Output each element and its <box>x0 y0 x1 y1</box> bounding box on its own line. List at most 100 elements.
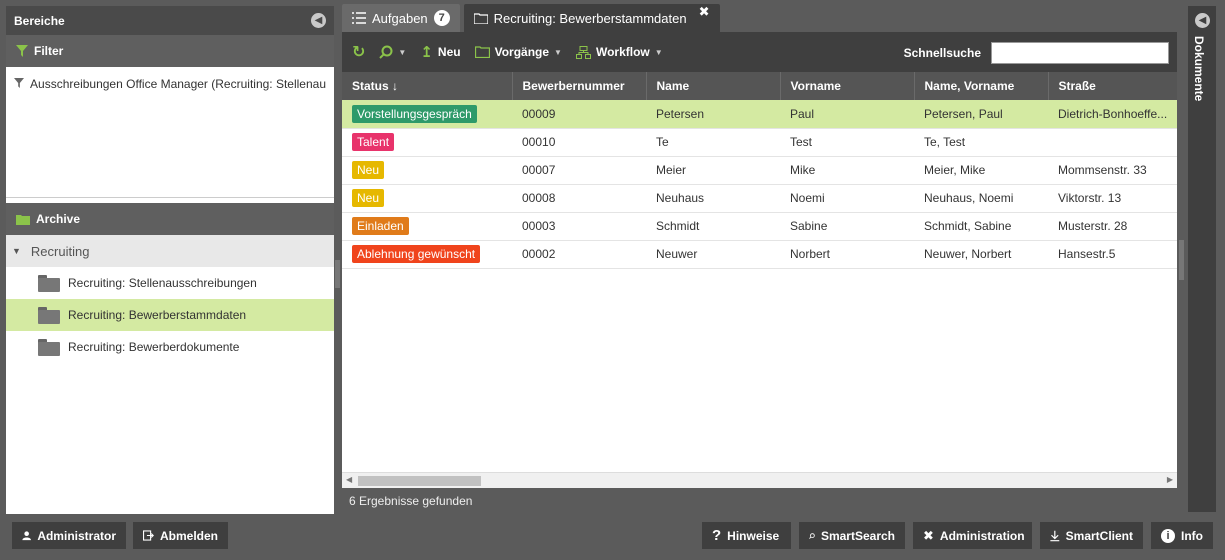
smartsearch-button[interactable]: SmartSearch <box>799 522 905 549</box>
strasse-cell: Mommsenstr. 33 <box>1048 156 1177 185</box>
vorname-cell: Sabine <box>780 212 914 241</box>
documents-label: Dokumente <box>1192 36 1206 102</box>
refresh-icon[interactable]: ↻ <box>352 42 365 62</box>
search-icon <box>379 45 393 59</box>
tree-item-label: Recruiting: Bewerberdokumente <box>68 340 240 354</box>
administration-button[interactable]: ✖ Administration <box>913 522 1032 549</box>
vorname-cell: Test <box>780 128 914 157</box>
name-cell: Schmidt <box>646 212 780 241</box>
bewerbernummer-cell: 00009 <box>512 100 646 129</box>
header-row: Status ↓ Bewerbernummer Name Vorname Nam… <box>342 72 1177 100</box>
user-icon <box>22 531 31 541</box>
column-header-name[interactable]: Name <box>646 72 781 100</box>
smartclient-label: SmartClient <box>1065 528 1133 543</box>
filter-item[interactable]: Ausschreibungen Office Manager (Recruiti… <box>30 77 326 187</box>
table-row[interactable]: Neu 00007 Meier Mike Meier, Mike Mommsenstr. … <box>342 156 1177 185</box>
folder-icon <box>38 306 60 324</box>
toolbar: ↻ ▼ ↥ Neu Vorgänge ▼ Workflow ▼ Schnells… <box>342 32 1177 72</box>
name-vorname-cell: Neuwer, Norbert <box>914 240 1048 269</box>
tree-group-recruiting[interactable]: ▼ Recruiting <box>6 235 334 267</box>
folder-icon <box>474 46 490 58</box>
collapse-left-icon[interactable]: ◀ <box>311 13 326 28</box>
bewerbernummer-cell: 00007 <box>512 156 646 185</box>
tree-item-stellenausschreibungen[interactable]: Recruiting: Stellenausschreibungen <box>6 267 334 299</box>
caret-down-icon: ▼ <box>654 47 663 57</box>
logout-label: Abmelden <box>159 528 218 543</box>
info-icon: i <box>1161 528 1175 543</box>
column-header-strasse[interactable]: Straße <box>1048 72 1177 100</box>
strasse-cell: Hansestr.5 <box>1048 240 1177 269</box>
collapse-right-icon[interactable]: ◀ <box>1195 13 1210 28</box>
new-label: Neu <box>437 45 461 59</box>
quick-search: Schnellsuche <box>904 42 1169 64</box>
logout-button[interactable]: Abmelden <box>133 522 228 549</box>
vorname-cell: Norbert <box>780 240 914 269</box>
folder-icon <box>38 274 60 292</box>
table-row[interactable]: Vorstellungsgespräch 00009 Petersen Paul Pet… <box>342 100 1177 129</box>
strasse-cell: Viktorstr. 13 <box>1048 184 1177 213</box>
tree-item-bewerberstammdaten[interactable]: Recruiting: Bewerberstammdaten <box>6 299 334 331</box>
left-splitter[interactable] <box>335 260 340 288</box>
right-splitter[interactable] <box>1179 240 1184 280</box>
vorname-cell: Paul <box>780 100 914 129</box>
table-row[interactable]: Ablehnung gewünscht 00002 Neuwer Norbert Neu… <box>342 240 1177 269</box>
bewerbernummer-cell: 00003 <box>512 212 646 241</box>
strasse-cell: Musterstr. 28 <box>1048 212 1177 241</box>
filter-title: Filter <box>34 44 64 58</box>
tree-item-bewerberdokumente[interactable]: Recruiting: Bewerberdokumente <box>6 331 334 363</box>
filter-icon <box>16 45 28 57</box>
table-row[interactable]: Einladen 00003 Schmidt Sabine Schmidt, Sabin… <box>342 212 1177 241</box>
workflow-icon <box>575 45 591 59</box>
arrow-up-icon: ↥ <box>420 44 433 61</box>
folder-icon <box>473 12 488 24</box>
workflow-button[interactable]: Workflow ▼ <box>575 45 663 59</box>
documents-panel[interactable]: ◀ Dokumente <box>1188 6 1216 512</box>
hints-button[interactable]: ? Hinweise <box>702 522 791 549</box>
quick-search-input[interactable] <box>991 42 1169 64</box>
logout-icon <box>143 530 154 541</box>
name-cell: Neuwer <box>646 240 780 269</box>
horizontal-scrollbar[interactable]: ◀ ▶ <box>342 472 1177 488</box>
table-row[interactable]: Neu 00008 Neuhaus Noemi Neuhaus, Noemi Viktor… <box>342 184 1177 213</box>
bewerbernummer-cell: 00010 <box>512 128 646 157</box>
table-row[interactable]: Talent 00010 Te Test Te, Test <box>342 128 1177 157</box>
archive-header[interactable]: Archive <box>6 203 334 235</box>
status-cell: Neu <box>342 156 512 185</box>
column-header-status[interactable]: Status ↓ <box>342 72 513 100</box>
name-vorname-cell: Meier, Mike <box>914 156 1048 185</box>
bewerbernummer-cell: 00008 <box>512 184 646 213</box>
tab-bewerberstammdaten[interactable]: Recruiting: Bewerberstammdaten ✖ <box>463 4 720 32</box>
status-badge: Ablehnung gewünscht <box>352 245 481 263</box>
status-cell: Ablehnung gewünscht <box>342 240 512 269</box>
scroll-right-icon[interactable]: ▶ <box>1167 475 1173 484</box>
areas-header: Bereiche ◀ <box>6 6 334 35</box>
smartsearch-label: SmartSearch <box>820 528 895 543</box>
triangle-down-icon[interactable]: ▼ <box>12 246 21 256</box>
caret-down-icon: ▼ <box>554 47 562 57</box>
bewerbernummer-cell: 00002 <box>512 240 646 269</box>
search-icon <box>809 532 815 539</box>
scroll-left-icon[interactable]: ◀ <box>346 475 352 484</box>
status-cell: Talent <box>342 128 512 157</box>
search-dropdown-button[interactable]: ▼ <box>379 45 406 59</box>
workflow-label: Workflow <box>595 45 650 59</box>
info-button[interactable]: i Info <box>1151 522 1213 549</box>
administrator-button[interactable]: Administrator <box>12 522 126 549</box>
vorgaenge-button[interactable]: Vorgänge ▼ <box>474 45 562 59</box>
tools-icon: ✖ <box>923 527 934 543</box>
info-label: Info <box>1181 528 1203 543</box>
tab-aufgaben[interactable]: Aufgaben 7 <box>342 4 460 32</box>
status-badge: Vorstellungsgespräch <box>352 104 477 123</box>
smartclient-button[interactable]: SmartClient <box>1040 522 1143 549</box>
column-header-name-vorname[interactable]: Name, Vorname <box>914 72 1049 100</box>
filter-header[interactable]: Filter <box>6 35 334 67</box>
column-header-bewerbernummer[interactable]: Bewerbernummer <box>512 72 647 100</box>
column-header-vorname[interactable]: Vorname <box>780 72 915 100</box>
name-vorname-cell: Neuhaus, Noemi <box>914 184 1048 213</box>
new-button[interactable]: ↥ Neu <box>420 43 460 61</box>
scrollbar-thumb[interactable] <box>358 476 481 486</box>
name-cell: Meier <box>646 156 780 185</box>
close-icon[interactable]: ✖ <box>699 4 710 20</box>
hints-label: Hinweise <box>727 528 780 543</box>
folder-icon <box>38 338 60 356</box>
